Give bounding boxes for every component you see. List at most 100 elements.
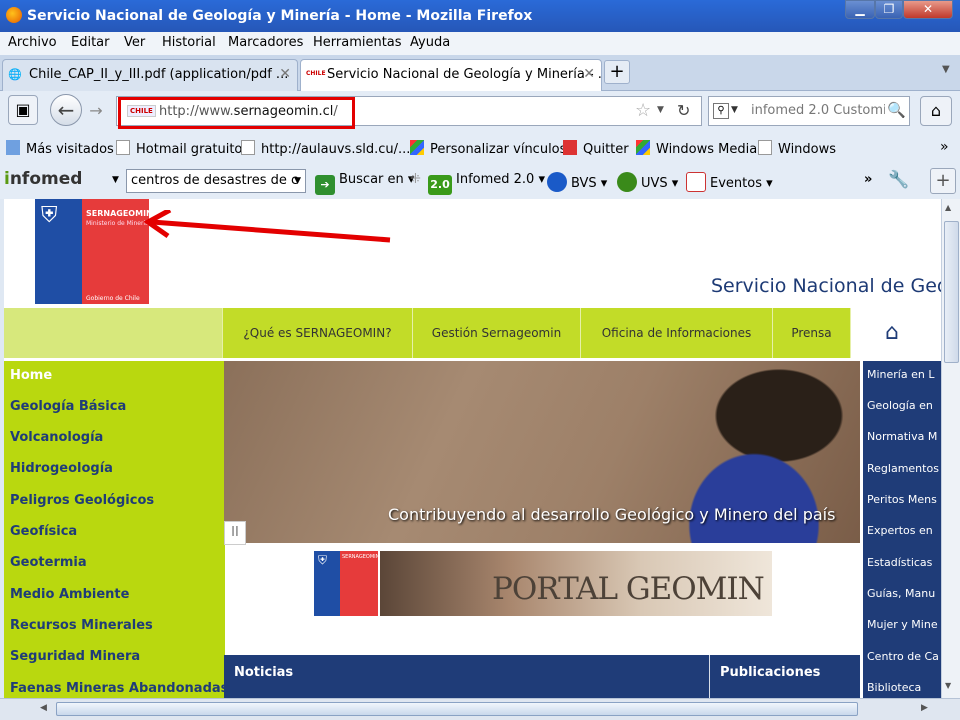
home-icon[interactable]: ⌂	[920, 96, 952, 126]
bookmark-star-icon[interactable]: ☆	[635, 100, 651, 121]
right-nav-item[interactable]: Mujer y Mine	[867, 618, 938, 631]
sidebar-item-geotermia[interactable]: Geotermia	[10, 555, 87, 570]
scroll-right-icon[interactable]: ▶	[921, 703, 928, 713]
menu-historial[interactable]: Historial	[162, 35, 216, 50]
uvs-button[interactable]: UVS ▾	[617, 172, 678, 192]
sidebar-item-hidrogeologia[interactable]: Hidrogeología	[10, 461, 113, 476]
infomed-dropdown-icon[interactable]: ▼	[112, 175, 119, 185]
sidebar-item-geofisica[interactable]: Geofísica	[10, 524, 77, 539]
horizontal-scrollbar[interactable]: ◀ ▶	[0, 698, 960, 720]
menu-prensa[interactable]: Prensa	[772, 308, 850, 358]
scroll-up-icon[interactable]: ▲	[945, 203, 951, 212]
infomed20-label: Infomed 2.0	[456, 172, 535, 187]
publications-title[interactable]: Publicaciones	[720, 665, 820, 680]
add-toolbar-button[interactable]: +	[930, 168, 956, 194]
site-sidebar: Home Geología Básica Volcanología Hidrog…	[4, 361, 228, 698]
magnifier-icon[interactable]: 🔍	[887, 101, 906, 119]
bookmark-hotmail[interactable]: Hotmail gratuito	[116, 140, 242, 157]
menu-archivo[interactable]: Archivo	[8, 35, 57, 50]
bookmark-mas-visitados[interactable]: Más visitados	[6, 140, 114, 157]
infomed-logo-text: nfomed	[9, 169, 83, 189]
sidebar-item-faenas[interactable]: Faenas Mineras Abandonadas	[10, 681, 228, 696]
menu-editar[interactable]: Editar	[71, 35, 110, 50]
sidebar-item-recursos[interactable]: Recursos Minerales	[10, 618, 153, 633]
bookmark-windows-media[interactable]: Windows Media	[636, 140, 757, 157]
search-engine-icon[interactable]: ⚲	[713, 103, 729, 119]
wrench-icon[interactable]: 🔧	[888, 170, 909, 190]
eventos-button[interactable]: Eventos ▾	[686, 172, 773, 192]
right-nav-item[interactable]: Normativa M	[867, 430, 937, 443]
hero-slideshow[interactable]: Contribuyendo al desarrollo Geológico y …	[224, 361, 860, 543]
infomed-logo[interactable]: infomed	[4, 169, 82, 189]
new-tab-button[interactable]: +	[604, 60, 630, 84]
sidebar-item-seguridad[interactable]: Seguridad Minera	[10, 649, 140, 664]
back-button[interactable]: ←	[50, 94, 82, 126]
tab-sernageomin[interactable]: CHILE Servicio Nacional de Geología y Mi…	[300, 59, 602, 91]
toolbar-overflow-icon[interactable]: »	[864, 172, 872, 187]
scroll-down-icon[interactable]: ▼	[945, 681, 951, 690]
bookmark-panel-icon[interactable]: ▣	[8, 95, 38, 125]
close-button[interactable]: ✕	[903, 0, 953, 19]
right-nav-item[interactable]: Geología en	[867, 399, 933, 412]
horizontal-scroll-thumb[interactable]	[56, 702, 858, 716]
menu-ver[interactable]: Ver	[124, 35, 145, 50]
tab-close-icon[interactable]: ✕	[583, 66, 595, 82]
bvs-button[interactable]: BVS ▾	[547, 172, 607, 192]
menu-left-block	[4, 308, 222, 358]
right-nav-item[interactable]: Expertos en	[867, 524, 933, 537]
scroll-left-icon[interactable]: ◀	[40, 703, 47, 713]
maximize-button[interactable]: ❐	[875, 0, 903, 19]
right-nav-item[interactable]: Centro de Ca	[867, 650, 939, 663]
browser-window: Servicio Nacional de Geología y Minería …	[0, 0, 960, 720]
minimize-button[interactable]: ▁	[845, 0, 875, 19]
right-nav-item[interactable]: Reglamentos	[867, 462, 939, 475]
site-home-button[interactable]: ⌂	[850, 308, 941, 358]
sernageomin-logo[interactable]: ⛨ SERNAGEOMIN Ministerio de Minería Gobi…	[35, 199, 153, 304]
menu-ayuda[interactable]: Ayuda	[410, 35, 450, 50]
eventos-label: Eventos	[710, 176, 762, 191]
bookmark-quitter[interactable]: Quitter	[563, 140, 629, 157]
sidebar-item-home[interactable]: Home	[10, 368, 52, 383]
bookmark-label: Windows Media	[656, 142, 758, 157]
bookmark-aulauvs[interactable]: http://aulauvs.sld.cu/...	[241, 140, 410, 157]
tab-close-icon[interactable]: ✕	[279, 66, 291, 82]
sidebar-item-medio-ambiente[interactable]: Medio Ambiente	[10, 587, 129, 602]
tab-pdf[interactable]: 🌐 Chile_CAP_II_y_III.pdf (application/pd…	[2, 59, 298, 91]
buscar-en-button[interactable]: ➔ Buscar en ▾	[315, 172, 414, 195]
right-nav-item[interactable]: Estadísticas	[867, 556, 932, 569]
right-nav-item[interactable]: Minería en L	[867, 368, 934, 381]
pause-button[interactable]: II	[224, 521, 246, 545]
search-box[interactable]: ⚲ ▼ infomed 2.0 Customized 🔍	[708, 96, 910, 126]
forward-button[interactable]: →	[84, 100, 108, 122]
menu-que-es[interactable]: ¿Qué es SERNAGEOMIN?	[222, 308, 412, 358]
bvs-label: BVS	[571, 176, 597, 191]
history-dropdown-icon[interactable]: ▼	[657, 105, 664, 115]
menu-gestion[interactable]: Gestión Sernageomin	[412, 308, 580, 358]
menu-marcadores[interactable]: Marcadores	[228, 35, 303, 50]
right-nav-item[interactable]: Guías, Manu	[867, 587, 935, 600]
chile-icon: CHILE	[306, 70, 326, 77]
reload-icon[interactable]: ↻	[677, 101, 690, 120]
vertical-scrollbar[interactable]: ▲ ▼	[941, 199, 960, 698]
right-nav-item[interactable]: Peritos Mens	[867, 493, 937, 506]
version-badge: 2.0	[428, 175, 452, 195]
windows-logo-icon	[636, 140, 650, 155]
tab-list-arrow-icon[interactable]: ▼	[942, 64, 950, 75]
site-top-menu: ¿Qué es SERNAGEOMIN? Gestión Sernageomin…	[4, 308, 941, 358]
infomed-search-select[interactable]: centros de desastres de c ▼	[126, 169, 306, 193]
menu-oficina[interactable]: Oficina de Informaciones	[580, 308, 772, 358]
sidebar-item-peligros[interactable]: Peligros Geológicos	[10, 493, 154, 508]
news-title[interactable]: Noticias	[234, 665, 293, 680]
bookmarks-overflow-icon[interactable]: »	[940, 139, 949, 155]
menu-herramientas[interactable]: Herramientas	[313, 35, 402, 50]
bookmark-personalizar[interactable]: Personalizar vínculos	[410, 140, 566, 157]
sidebar-item-volcanologia[interactable]: Volcanología	[10, 430, 103, 445]
vertical-scroll-thumb[interactable]	[944, 221, 959, 363]
right-nav-item[interactable]: Biblioteca	[867, 681, 921, 694]
bookmark-windows[interactable]: Windows	[758, 140, 836, 157]
portal-geomin-banner[interactable]: ⛨ SERNAGEOMIN PORTAL GEOMIN	[314, 551, 772, 616]
hero-caption: Contribuyendo al desarrollo Geológico y …	[388, 505, 836, 524]
search-engine-dropdown-icon[interactable]: ▼	[731, 105, 738, 115]
infomed20-button[interactable]: 2.0 Infomed 2.0 ▾	[428, 172, 545, 195]
sidebar-item-geologia[interactable]: Geología Básica	[10, 399, 126, 414]
